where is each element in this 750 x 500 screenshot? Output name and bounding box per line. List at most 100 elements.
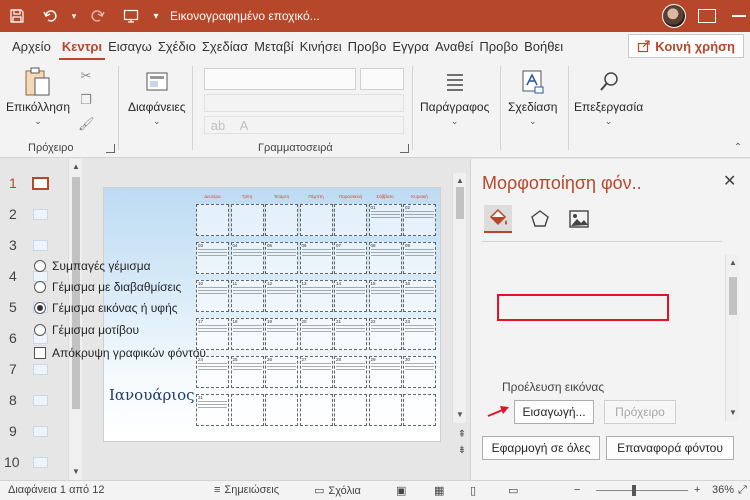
ribbon-display-icon[interactable] (698, 9, 716, 23)
calendar-day-cell[interactable]: 02 (403, 204, 436, 236)
pattern-fill-radio[interactable] (34, 324, 46, 336)
calendar-day-cell[interactable] (299, 204, 333, 236)
tab-help[interactable]: Βοήθει (521, 32, 566, 60)
gradient-fill-option[interactable]: Γέμισμα με διαβαθμίσεις (34, 277, 181, 297)
calendar-table[interactable]: Δευτέρα Τρίτη Τετάρτη Πέμπτη Παρασκευή Σάββατ… (196, 194, 436, 438)
editing-button[interactable]: Επεξεργασία ⌄ (574, 66, 643, 127)
close-icon[interactable]: ✕ (723, 171, 736, 191)
tab-review[interactable]: Αναθεί (432, 32, 476, 60)
customize-toolbar-icon[interactable]: ▾ (148, 0, 164, 32)
calendar-day-cell[interactable]: 28 (334, 356, 367, 388)
calendar-day-cell[interactable]: 08 (368, 242, 402, 274)
calendar-day-cell[interactable] (230, 394, 264, 426)
calendar-day-cell[interactable] (334, 204, 367, 236)
normal-view-icon[interactable]: ▣ (396, 484, 406, 497)
cut-icon[interactable]: ✂ (78, 68, 94, 84)
calendar-day-cell[interactable] (403, 394, 436, 426)
reset-background-button[interactable]: Επαναφορά φόντου (606, 436, 734, 460)
calendar-day-cell[interactable]: 06 (299, 242, 333, 274)
slide-counter[interactable]: Διαφάνεια 1 από 12 (8, 484, 104, 496)
chevron-down-icon[interactable]: ⌄ (605, 116, 613, 127)
calendar-day-cell[interactable]: 10 (196, 280, 229, 312)
calendar-day-cell[interactable]: 21 (334, 318, 367, 350)
calendar-day-cell[interactable]: 30 (403, 356, 436, 388)
tab-file[interactable]: Αρχείο (0, 32, 59, 60)
redo-icon[interactable] (80, 0, 114, 32)
calendar-day-cell[interactable]: 05 (265, 242, 298, 274)
font-name-combobox[interactable] (204, 68, 356, 90)
slides-button[interactable]: Διαφάνειες ⌄ (128, 66, 186, 127)
undo-icon[interactable] (34, 0, 68, 32)
gradient-fill-radio[interactable] (34, 281, 46, 293)
font-launcher-icon[interactable] (400, 144, 409, 153)
calendar-day-cell[interactable]: 18 (230, 318, 264, 350)
calendar-day-cell[interactable]: 26 (265, 356, 298, 388)
comments-button[interactable]: ▭ Σχόλια (314, 484, 361, 498)
calendar-day-cell[interactable] (299, 394, 333, 426)
picture-icon[interactable] (565, 205, 593, 233)
zoom-slider-handle[interactable] (632, 485, 636, 496)
calendar-day-cell[interactable]: 20 (299, 318, 333, 350)
calendar-day-cell[interactable]: 29 (368, 356, 402, 388)
clipboard-launcher-icon[interactable] (106, 144, 115, 153)
calendar-day-cell[interactable] (368, 394, 402, 426)
slide-title[interactable]: Ιανουάριος (109, 386, 195, 404)
calendar-day-cell[interactable] (265, 394, 298, 426)
chevron-down-icon[interactable]: ⌄ (34, 116, 42, 127)
notes-button[interactable]: ≡ Σημειώσεις (214, 484, 279, 496)
clipboard-picture-button[interactable]: Πρόχειρο (604, 400, 676, 424)
calendar-day-cell[interactable]: 12 (265, 280, 298, 312)
font-color-icon[interactable]: A (236, 118, 252, 134)
calendar-day-cell[interactable]: 31 (196, 394, 229, 426)
calendar-day-cell[interactable]: 22 (368, 318, 402, 350)
collapse-ribbon-icon[interactable]: ⌃ (730, 140, 746, 156)
thumbnail-item[interactable]: 1 (0, 169, 60, 200)
calendar-day-cell[interactable]: 25 (230, 356, 264, 388)
font-format-row[interactable] (204, 94, 404, 112)
calendar-day-cell[interactable] (196, 204, 229, 236)
fill-icon[interactable] (484, 205, 512, 233)
calendar-day-cell[interactable]: 04 (230, 242, 264, 274)
next-slide-icon[interactable]: ⇟ (454, 443, 470, 459)
zoom-out-icon[interactable]: − (574, 484, 580, 496)
calendar-day-cell[interactable]: 14 (334, 280, 367, 312)
pattern-fill-option[interactable]: Γέμισμα μοτίβου (34, 320, 139, 340)
solid-fill-option[interactable]: Συμπαγές γέμισμα (34, 256, 151, 276)
calendar-day-cell[interactable]: 23 (403, 318, 436, 350)
drawing-button[interactable]: Σχεδίαση ⌄ (508, 66, 557, 127)
solid-fill-radio[interactable] (34, 260, 46, 272)
calendar-day-cell[interactable]: 15 (368, 280, 402, 312)
chevron-down-icon[interactable]: ⌄ (153, 116, 161, 127)
tab-transitions[interactable]: Μεταβί (251, 32, 296, 60)
thumbnail-item[interactable]: 2 (0, 200, 60, 231)
thumbnail-item[interactable]: 10 (0, 448, 60, 479)
calendar-day-cell[interactable]: 07 (334, 242, 367, 274)
slide-sorter-icon[interactable]: ▦ (434, 484, 444, 497)
calendar-day-cell[interactable] (230, 204, 264, 236)
insert-picture-button[interactable]: Εισαγωγή... (514, 400, 594, 424)
calendar-day-cell[interactable]: 16 (403, 280, 436, 312)
copy-icon[interactable]: ❐ (78, 92, 94, 108)
reading-view-icon[interactable]: ▯ (470, 484, 476, 497)
picture-fill-option[interactable]: Γέμισμα εικόνας ή υφής (34, 298, 178, 318)
thumbnail-item[interactable]: 8 (0, 386, 60, 417)
tab-design[interactable]: Σχέδιο (155, 32, 199, 60)
font-effects-row[interactable] (204, 116, 404, 134)
paragraph-button[interactable]: Παράγραφος ⌄ (420, 66, 489, 127)
save-icon[interactable] (0, 0, 34, 32)
avatar[interactable] (662, 4, 686, 28)
zoom-slider[interactable] (596, 490, 688, 491)
chevron-down-icon[interactable]: ▾ (68, 0, 80, 32)
paste-button[interactable]: Επικόλληση ⌄ (6, 66, 70, 127)
calendar-day-cell[interactable] (265, 204, 298, 236)
apply-to-all-button[interactable]: Εφαρμογή σε όλες (482, 436, 600, 460)
effects-icon[interactable] (526, 205, 554, 233)
calendar-day-cell[interactable]: 19 (265, 318, 298, 350)
hide-background-graphics-checkbox[interactable] (34, 347, 46, 359)
font-size-combobox[interactable] (360, 68, 404, 90)
format-painter-icon[interactable]: 🖌 (78, 116, 95, 132)
tab-record[interactable]: Εγγρα (389, 32, 432, 60)
zoom-in-icon[interactable]: + (694, 484, 700, 496)
thumbnail-item[interactable]: 9 (0, 417, 60, 448)
tab-draw[interactable]: Σχεδίασ (199, 32, 251, 60)
